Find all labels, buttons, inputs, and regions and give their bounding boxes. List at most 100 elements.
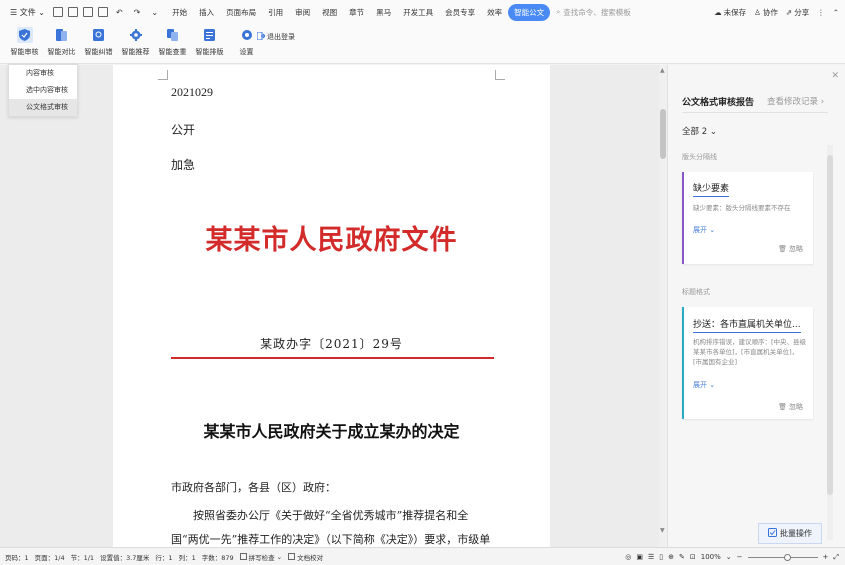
panel-scrollbar-thumb[interactable] — [827, 155, 833, 495]
spell-check-toggle[interactable]: 拼写检查 ⌄ — [239, 552, 283, 562]
doc-secrecy: 公开 — [171, 123, 196, 137]
redo-icon[interactable]: ↷ — [130, 6, 145, 19]
fit-icon[interactable]: ⊡ — [690, 553, 696, 561]
panel-scrollbar[interactable] — [827, 145, 833, 540]
tab-3[interactable]: 引用 — [262, 4, 289, 21]
filter-select[interactable]: 全部 2 ⌄ — [682, 125, 717, 137]
scroll-down-icon[interactable]: ▼ — [660, 527, 665, 534]
tab-10[interactable]: 效率 — [481, 4, 508, 21]
zoom-in-icon[interactable]: + — [823, 553, 829, 561]
undo-icon[interactable]: ↶ — [112, 6, 127, 19]
document-page[interactable]: 2021029 公开 加急 某某市人民政府文件 某政办字〔2021〕29号 某某… — [113, 65, 550, 547]
expand-button[interactable]: 展开 ⌄ — [693, 225, 715, 235]
fullscreen-icon[interactable]: ⤢ — [833, 553, 839, 562]
smart-recommend-button[interactable]: 智能推荐 — [117, 27, 154, 57]
protect-icon[interactable]: ◎ — [625, 553, 631, 561]
tab-9[interactable]: 会员专享 — [439, 4, 481, 21]
issue-category: 版头分隔线 — [682, 153, 717, 161]
smart-review-button[interactable]: 智能审核 — [6, 27, 43, 57]
doc-proofread-toggle[interactable]: 文档校对 — [288, 552, 323, 562]
reading-view-icon[interactable]: ▯ — [659, 553, 663, 561]
history-link[interactable]: 查看修改记录 › — [767, 95, 824, 107]
smart-correct-button[interactable]: 智能纠错 — [80, 27, 117, 57]
share-button[interactable]: ⇗ 分享 — [786, 7, 809, 18]
issue-card[interactable]: 缺少要素 缺少要素：版头分隔线要素不存在 展开 ⌄ 🗑 忽略 — [682, 172, 813, 264]
search-icon: ⌕ — [556, 7, 561, 16]
status-page-number: 页码：1 — [5, 553, 29, 562]
file-menu[interactable]: ☰ 文件 ⌄ — [6, 5, 49, 20]
duplicate-icon — [165, 27, 181, 43]
logout-button[interactable]: 退出登录 — [256, 31, 295, 42]
outline-view-icon[interactable]: ☰ — [648, 553, 654, 561]
dropdown-item-selection-review[interactable]: 选中内容审核 — [9, 82, 77, 99]
gear-icon — [128, 27, 144, 43]
menu-bar: ☰ 文件 ⌄ ↶ ↷ ⌄ 开始 插入 页面布局 引用 审阅 视图 章节 黑马 开发工具 会员专享效… — [0, 0, 845, 24]
checkbox-icon — [239, 553, 247, 560]
collapse-ribbon-icon[interactable]: ⌃ — [833, 8, 839, 17]
user-icon: ♙ — [754, 7, 761, 17]
print-icon[interactable] — [82, 7, 93, 17]
chevron-right-icon: › — [818, 97, 825, 107]
card-accent-bar — [682, 172, 684, 264]
tab-5[interactable]: 视图 — [316, 4, 343, 21]
issue-title: 抄送：各市直属机关单位... — [693, 317, 801, 333]
smart-dedupe-button[interactable]: 智能查重 — [154, 27, 191, 57]
tab-1[interactable]: 插入 — [193, 4, 220, 21]
status-pages: 页面：1/4 — [34, 553, 65, 562]
expand-button[interactable]: 展开 ⌄ — [693, 380, 715, 390]
preview-icon[interactable] — [97, 7, 108, 17]
panel-title: 公文格式审核报告 — [682, 98, 755, 108]
pen-icon[interactable]: ✎ — [679, 553, 685, 561]
ignore-button[interactable]: 🗑 忽略 — [778, 402, 803, 412]
tab-0[interactable]: 开始 — [166, 4, 193, 21]
doc-urgency: 加急 — [171, 158, 196, 172]
doc-body: 按照省委办公厅《关于做好“全省优秀城市”推荐提名和全国“两优一先”推荐工作的决定… — [171, 509, 491, 546]
tab-2[interactable]: 页面布局 — [220, 4, 262, 21]
save-icon[interactable] — [67, 7, 78, 17]
smart-review-dropdown: 内容审核 选中内容审核 公文格式审核 — [8, 64, 78, 117]
close-icon[interactable]: ✕ — [831, 71, 839, 81]
zoom-slider[interactable] — [747, 553, 818, 561]
tab-8[interactable]: 开发工具 — [397, 4, 439, 21]
document-scrollbar[interactable]: ▲ ▼ — [659, 65, 667, 547]
tab-6[interactable]: 章节 — [343, 4, 370, 21]
issue-card[interactable]: 抄送：各市直属机关单位... 机构排序错误，建议顺序：[中央、县级某某市各单位]… — [682, 307, 813, 419]
page-view-icon[interactable]: ▣ — [636, 553, 643, 561]
settings-gear-icon — [239, 27, 255, 43]
smart-compare-button[interactable]: 智能对比 — [43, 27, 80, 57]
card-accent-bar — [682, 307, 684, 419]
new-doc-icon[interactable] — [52, 7, 63, 17]
scroll-up-icon[interactable]: ▲ — [660, 67, 665, 74]
tab-4[interactable]: 审阅 — [289, 4, 316, 21]
customize-icon[interactable]: ⌄ — [147, 6, 162, 19]
issue-category: 标题格式 — [682, 288, 710, 296]
status-section: 节：1/1 — [70, 553, 95, 562]
ribbon: 智能审核 智能对比 智能纠错 智能推荐 智能查重 智能排版 设置 退出登录 — [0, 24, 845, 64]
chevron-down-icon: ⌄ — [709, 127, 717, 137]
scrollbar-thumb[interactable] — [660, 109, 666, 159]
unsaved-button[interactable]: ☁ 未保存 — [714, 7, 746, 18]
layout-icon — [202, 27, 218, 43]
dropdown-item-content-review[interactable]: 内容审核 — [9, 65, 77, 82]
tab-11[interactable]: 智能公文 — [508, 3, 551, 21]
chevron-down-icon: ⌄ — [276, 552, 283, 561]
smart-layout-button[interactable]: 智能排版 — [191, 27, 228, 57]
zoom-out-icon[interactable]: − — [737, 553, 743, 561]
ignore-button[interactable]: 🗑 忽略 — [778, 244, 803, 254]
status-column: 列：1 — [178, 553, 196, 562]
command-search[interactable]: ⌕ 查找命令、搜索模板 — [556, 7, 631, 18]
chevron-down-icon[interactable]: ⌄ — [726, 553, 732, 561]
batch-operation-button[interactable]: 批量操作 — [758, 523, 822, 544]
share-icon: ⇗ — [785, 7, 793, 17]
status-word-count[interactable]: 字数：879 — [202, 552, 234, 562]
dropdown-item-format-review[interactable]: 公文格式审核 — [9, 99, 77, 116]
proofread-icon — [91, 27, 107, 43]
zoom-level[interactable]: 100% — [701, 553, 721, 561]
tab-7[interactable]: 黑马 — [370, 4, 397, 21]
collab-button[interactable]: ♙ 协作 — [754, 7, 778, 18]
status-row: 行：1 — [155, 553, 173, 562]
more-icon[interactable]: ⋮ — [817, 8, 825, 17]
compare-icon — [54, 27, 70, 43]
zoom-slider-knob[interactable] — [783, 553, 791, 561]
web-view-icon[interactable]: ⊕ — [668, 553, 674, 561]
